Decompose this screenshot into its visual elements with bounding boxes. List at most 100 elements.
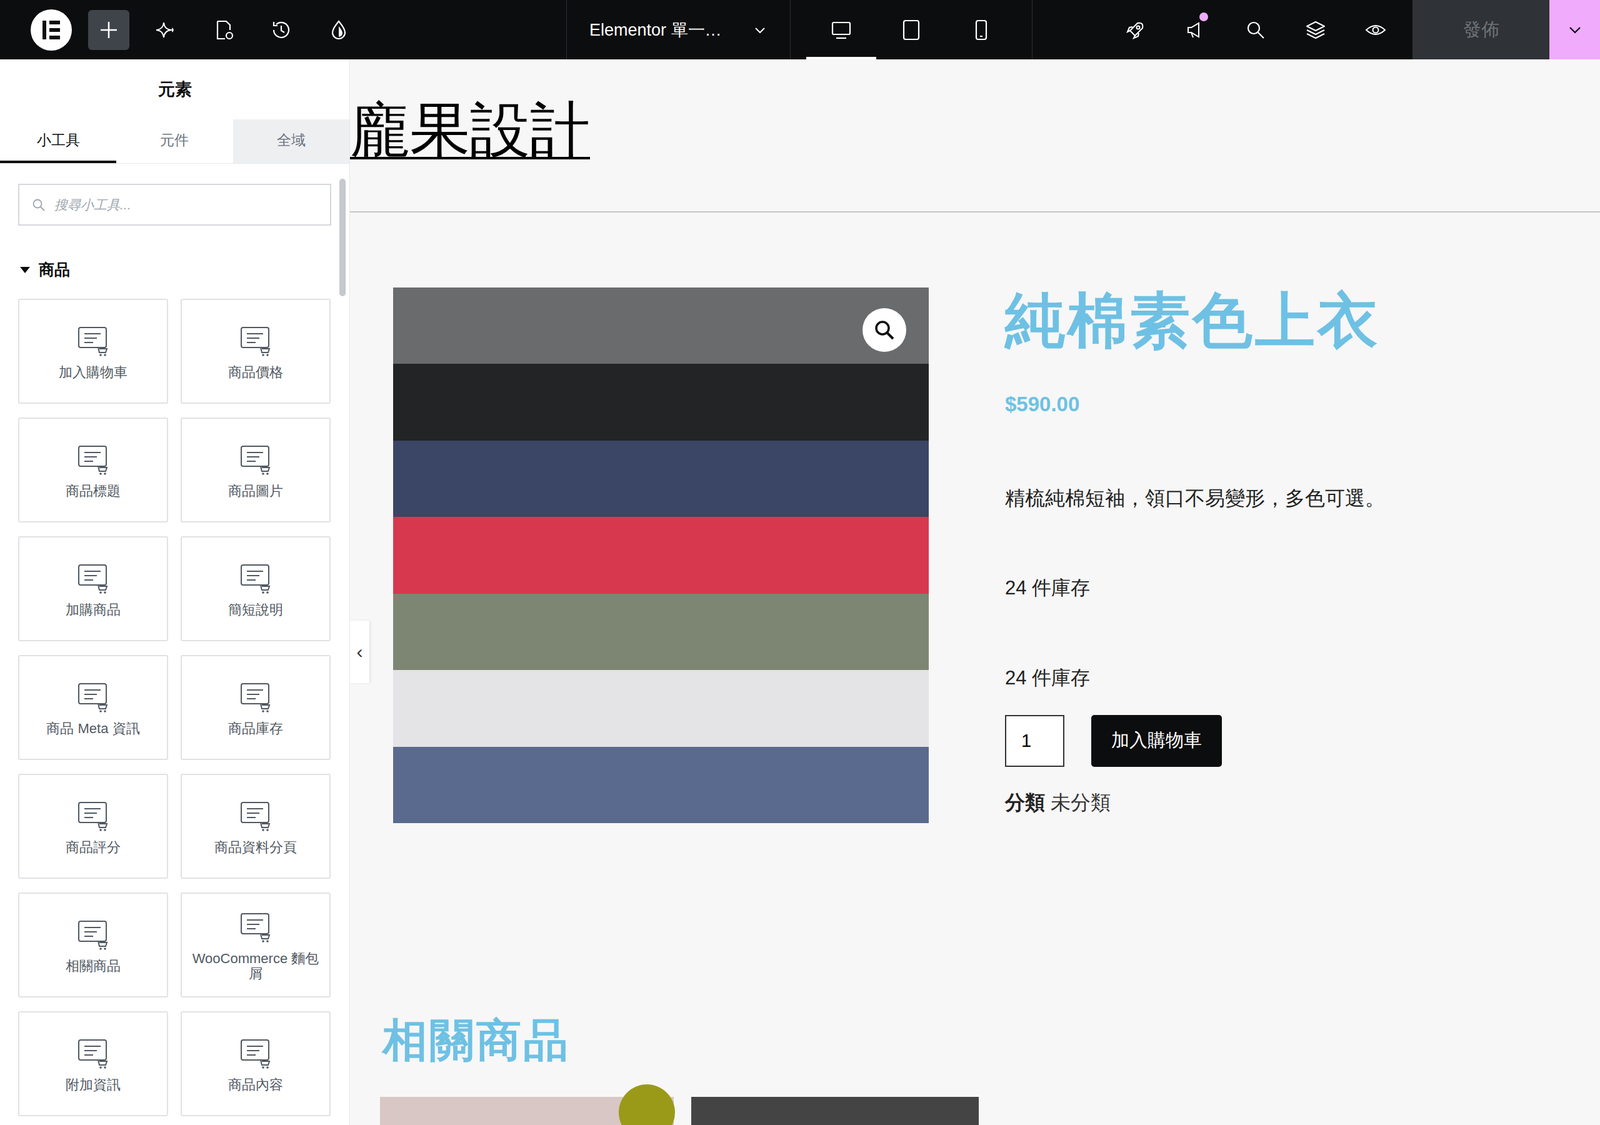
toolbar-left bbox=[0, 0, 567, 60]
elementor-logo[interactable] bbox=[22, 0, 80, 60]
widget-grid: 加入購物車 商品價格 商品標題 商品圖片 加購商品 簡短說明 商品 Meta 資… bbox=[18, 298, 332, 1117]
widget-card[interactable]: 商品評分 bbox=[18, 773, 169, 879]
magnifier-icon bbox=[871, 317, 897, 343]
add-to-cart-button[interactable]: 加入購物車 bbox=[1091, 715, 1222, 767]
related-products bbox=[380, 1096, 1600, 1125]
publish-button[interactable]: 發佈 bbox=[1412, 0, 1550, 60]
quantity-input[interactable]: 1 bbox=[1005, 715, 1065, 767]
widget-search[interactable]: 搜尋小工具... bbox=[18, 183, 332, 226]
tablet-icon bbox=[900, 18, 923, 42]
widget-icon bbox=[75, 916, 112, 953]
product-title: 純棉素色上衣 bbox=[1005, 287, 1575, 354]
product-meta: 分類 未分類 bbox=[1005, 789, 1575, 817]
structure-button[interactable] bbox=[1285, 0, 1346, 60]
panel-title: 元素 bbox=[0, 59, 350, 120]
publish-options-button[interactable] bbox=[1549, 0, 1600, 60]
product-summary: 純棉素色上衣 $590.00 精梳純棉短袖，領口不易變形，多色可選。 24 件庫… bbox=[1005, 287, 1600, 824]
product-price: $590.00 bbox=[1005, 392, 1575, 417]
chevron-down-icon bbox=[752, 22, 768, 38]
chevron-down-icon bbox=[1566, 21, 1584, 39]
mobile-icon bbox=[970, 18, 993, 42]
widget-icon bbox=[75, 441, 112, 478]
elementor-editor: Elementor 單一… 發佈 元素 小工具元件全域 搜尋小工具... 商品 … bbox=[0, 0, 1600, 1125]
widget-icon bbox=[75, 797, 112, 834]
panel-tabs: 小工具元件全域 bbox=[0, 119, 350, 164]
widget-icon bbox=[237, 441, 274, 478]
widget-icon bbox=[237, 797, 274, 834]
panel-collapse-handle[interactable]: ‹ bbox=[350, 620, 370, 684]
ai-button[interactable] bbox=[137, 0, 195, 60]
panel-tab[interactable]: 全域 bbox=[233, 119, 350, 164]
widget-card[interactable]: 商品價格 bbox=[180, 298, 331, 404]
widget-card[interactable]: 商品庫存 bbox=[180, 655, 331, 760]
page-settings-icon bbox=[212, 18, 235, 42]
widget-card[interactable]: 商品內容 bbox=[180, 1011, 331, 1117]
elements-panel: 元素 小工具元件全域 搜尋小工具... 商品 加入購物車 商品價格 商品標題 商… bbox=[0, 59, 350, 1125]
device-button[interactable] bbox=[946, 0, 1017, 60]
add-to-cart-form: 1 加入購物車 bbox=[1005, 715, 1575, 767]
widget-card[interactable]: 商品標題 bbox=[18, 417, 169, 523]
device-button[interactable] bbox=[806, 0, 877, 60]
widget-card[interactable]: 加入購物車 bbox=[18, 298, 169, 404]
widget-icon bbox=[237, 1035, 274, 1072]
short-description: 精梳純棉短袖，領口不易變形，多色可選。 bbox=[1005, 485, 1575, 513]
widget-card[interactable]: 相關商品 bbox=[18, 892, 169, 998]
top-bar: Elementor 單一… 發佈 bbox=[0, 0, 1600, 60]
site-title[interactable]: 龐果設計 bbox=[350, 96, 590, 164]
megaphone-icon bbox=[1185, 19, 1207, 41]
rocket-icon bbox=[1125, 19, 1147, 41]
product-stock: 24 件庫存 bbox=[1005, 575, 1575, 602]
widget-card[interactable]: WooCommerce 麵包屑 bbox=[180, 892, 331, 998]
whats-new-button[interactable] bbox=[1165, 0, 1226, 60]
history-button[interactable] bbox=[252, 0, 310, 60]
panel-tab[interactable]: 小工具 bbox=[0, 119, 117, 164]
product-image[interactable] bbox=[393, 287, 929, 824]
toolbar-right bbox=[1032, 0, 1413, 60]
sparkle-icon bbox=[155, 18, 178, 42]
widget-icon bbox=[237, 908, 274, 945]
panel-tab[interactable]: 元件 bbox=[116, 119, 233, 164]
eye-icon bbox=[1365, 19, 1387, 41]
caret-icon bbox=[20, 266, 30, 274]
related-product-image[interactable] bbox=[380, 1096, 674, 1125]
layers-icon bbox=[1305, 19, 1327, 41]
widget-icon bbox=[75, 322, 112, 359]
device-button[interactable] bbox=[876, 0, 947, 60]
widget-card[interactable]: 商品圖片 bbox=[180, 417, 331, 523]
elementor-logo-icon bbox=[29, 8, 74, 52]
notification-dot bbox=[1199, 12, 1209, 22]
page-canvas: ‹ 龐果設計 純棉素色上衣 $590.00 精梳純棉短袖，領口不易變形，多色可選… bbox=[350, 59, 1600, 1125]
product-section: 純棉素色上衣 $590.00 精梳純棉短袖，領口不易變形，多色可選。 24 件庫… bbox=[350, 212, 1600, 824]
search-icon bbox=[31, 198, 46, 212]
plus-icon bbox=[98, 19, 120, 41]
widget-card[interactable]: 商品 Meta 資訊 bbox=[18, 655, 169, 760]
document-title-dropdown[interactable]: Elementor 單一… bbox=[566, 0, 791, 60]
search-button[interactable] bbox=[1225, 0, 1286, 60]
related-products-heading: 相關商品 bbox=[382, 1010, 1600, 1071]
widget-icon bbox=[75, 1035, 112, 1072]
search-icon bbox=[1245, 19, 1267, 41]
category-header[interactable]: 商品 bbox=[20, 259, 332, 280]
page-settings-button[interactable] bbox=[195, 0, 253, 60]
zoom-button[interactable] bbox=[862, 308, 907, 352]
site-header: 龐果設計 bbox=[350, 59, 1600, 213]
widget-card[interactable]: 簡短說明 bbox=[180, 536, 331, 642]
history-icon bbox=[270, 18, 293, 42]
color-drop-icon bbox=[327, 18, 350, 42]
add-element-button[interactable] bbox=[80, 0, 138, 60]
site-settings-button[interactable] bbox=[310, 0, 368, 60]
category-link[interactable]: 未分類 bbox=[1050, 791, 1111, 814]
widget-card[interactable]: 加購商品 bbox=[18, 536, 169, 642]
desktop-icon bbox=[830, 18, 853, 42]
widget-card[interactable]: 商品資料分頁 bbox=[180, 773, 331, 879]
widget-card[interactable]: 附加資訊 bbox=[18, 1011, 169, 1117]
widget-icon bbox=[237, 560, 274, 597]
related-product-image[interactable] bbox=[691, 1096, 979, 1125]
device-switcher bbox=[790, 0, 1033, 60]
launch-button[interactable] bbox=[1105, 0, 1166, 60]
preview-button[interactable] bbox=[1345, 0, 1406, 60]
sale-badge bbox=[618, 1084, 675, 1125]
widget-icon bbox=[237, 322, 274, 359]
panel-scrollbar[interactable] bbox=[339, 178, 346, 297]
widget-icon bbox=[75, 678, 112, 715]
